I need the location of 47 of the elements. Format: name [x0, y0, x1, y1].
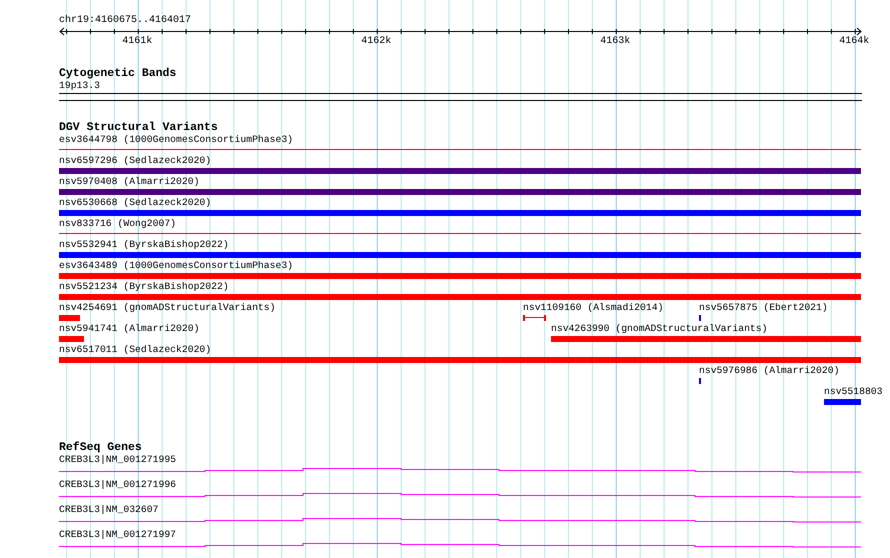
variant-bar[interactable]: [59, 189, 861, 195]
gene-model[interactable]: [59, 518, 861, 523]
gene-label[interactable]: CREB3L3|NM_001271996: [59, 479, 176, 491]
variant-line[interactable]: [59, 233, 861, 234]
variant-label[interactable]: esv3643489 (1000GenomesConsortiumPhase3): [59, 260, 294, 272]
gene-model[interactable]: [59, 468, 861, 473]
variant-bar[interactable]: [59, 210, 861, 216]
variant-bar[interactable]: [59, 168, 861, 174]
variant-bar[interactable]: [59, 336, 84, 342]
variant-bar[interactable]: [59, 357, 861, 363]
variant-range-marker[interactable]: [523, 315, 546, 321]
variant-bar[interactable]: [59, 273, 861, 279]
variant-line[interactable]: [59, 149, 861, 150]
track-title: Cytogenetic Bands: [59, 68, 178, 80]
variant-label[interactable]: nsv1109160 (Alsmadi2014): [523, 302, 664, 314]
ruler-tick-label: 4161k: [122, 36, 152, 47]
variant-label[interactable]: nsv4254691 (gnomADStructuralVariants): [59, 302, 276, 314]
variant-label[interactable]: nsv5976986 (Almarri2020): [699, 365, 840, 377]
variant-bar[interactable]: [59, 294, 861, 300]
variant-label[interactable]: nsv5657875 (Ebert2021): [699, 302, 828, 314]
gene-label[interactable]: CREB3L3|NM_001271997: [59, 529, 176, 541]
variant-bar[interactable]: [59, 252, 861, 258]
variant-bar[interactable]: [824, 399, 861, 405]
gene-model[interactable]: [59, 543, 861, 548]
variant-bar[interactable]: [551, 336, 861, 342]
variant-label[interactable]: nsv6517011 (Sedlazeck2020): [59, 344, 212, 356]
variant-label[interactable]: nsv5970408 (Almarri2020): [59, 176, 200, 188]
ruler-tick-label: 4162k: [361, 36, 392, 47]
variant-label[interactable]: nsv6597296 (Sedlazeck2020): [59, 155, 212, 167]
band-label: 19p13.3: [59, 80, 100, 92]
variant-label[interactable]: nsv5518803: [824, 386, 883, 398]
gene-model[interactable]: [59, 493, 861, 498]
location-label: chr19:4160675..4164017: [59, 15, 192, 27]
gene-label[interactable]: CREB3L3|NM_001271995: [59, 454, 176, 466]
variant-label[interactable]: nsv833716 (Wong2007): [59, 218, 176, 230]
variant-label[interactable]: esv3644798 (1000GenomesConsortiumPhase3): [59, 134, 294, 146]
ruler-tick-label: 4164k: [839, 36, 870, 47]
variant-label[interactable]: nsv4263990 (gnomADStructuralVariants): [551, 323, 768, 335]
variant-label[interactable]: nsv5941741 (Almarri2020): [59, 323, 200, 335]
variant-bar[interactable]: [59, 315, 80, 321]
track-title: DGV Structural Variants: [59, 122, 219, 134]
track-title: RefSeq Genes: [59, 442, 143, 454]
ruler-tick-label: 4163k: [600, 36, 630, 47]
variant-label[interactable]: nsv5521234 (ByrskaBishop2022): [59, 281, 229, 293]
variant-label[interactable]: nsv5532941 (ByrskaBishop2022): [59, 239, 229, 251]
variant-label[interactable]: nsv6530668 (Sedlazeck2020): [59, 197, 212, 209]
gene-label[interactable]: CREB3L3|NM_032607: [59, 504, 158, 516]
